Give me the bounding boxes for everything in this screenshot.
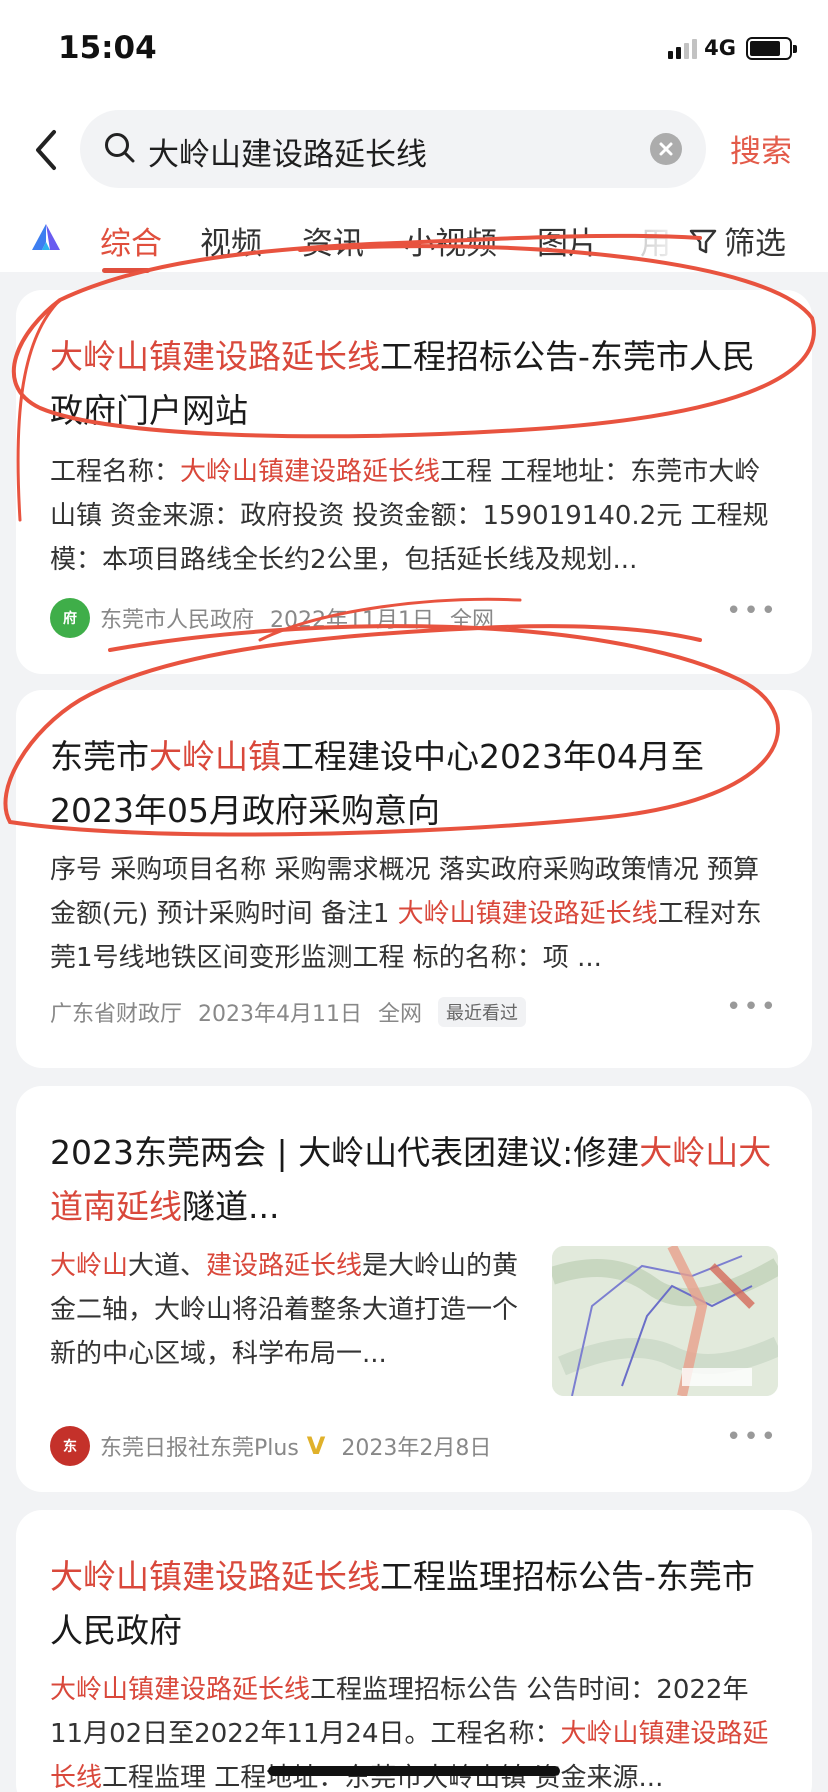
tab-2[interactable]: 资讯 xyxy=(302,218,364,263)
result-card-3[interactable]: 2023东莞两会 | 大岭山代表团建议:修建大岭山大道南延线隧道... 大岭山大… xyxy=(16,1086,812,1492)
status-indicators: 4G xyxy=(668,36,797,60)
more-icon[interactable]: ••• xyxy=(726,596,778,626)
home-indicator xyxy=(268,1766,560,1776)
verified-icon: V xyxy=(306,1432,326,1460)
tab-1[interactable]: 视频 xyxy=(200,218,262,263)
tab-0[interactable]: 综合 xyxy=(100,218,162,263)
result-meta: 府 东莞市人民政府 2022年11月1日 全网 xyxy=(50,598,510,638)
source-name[interactable]: 东莞市人民政府 xyxy=(100,602,254,634)
app-logo-icon[interactable] xyxy=(28,220,64,256)
result-thumbnail[interactable] xyxy=(552,1246,778,1396)
back-button[interactable] xyxy=(28,124,64,176)
result-date: 2022年11月1日 xyxy=(270,608,434,633)
tab-fade xyxy=(620,214,690,266)
recently-viewed-badge: 最近看过 xyxy=(438,997,527,1027)
highlighted-keyword: 大岭山镇 xyxy=(149,737,281,776)
header: 15:04 4G 大岭山建设路延长线 搜索 综合 视频 资讯 小视频 图片 筛选 xyxy=(0,0,828,273)
source-avatar: 府 xyxy=(50,598,90,638)
clear-icon[interactable] xyxy=(650,133,682,165)
text-segment: 工程名称： xyxy=(50,457,181,487)
result-title[interactable]: 2023东莞两会 | 大岭山代表团建议:修建大岭山大道南延线隧道... xyxy=(50,1126,772,1234)
tab-3[interactable]: 小视频 xyxy=(404,218,497,263)
highlighted-keyword: 大岭山镇建设路延长线 xyxy=(397,899,658,929)
more-icon[interactable]: ••• xyxy=(726,1422,778,1452)
text-segment: 大道、 xyxy=(128,1251,207,1281)
search-icon xyxy=(105,133,135,163)
result-meta: 东 东莞日报社东莞Plus V 2023年2月8日 xyxy=(50,1426,507,1466)
signal-icon xyxy=(668,37,700,59)
network-label: 4G xyxy=(704,36,736,60)
tab-4[interactable]: 图片 xyxy=(537,218,599,263)
result-scope: 全网 xyxy=(378,1002,423,1027)
source-name[interactable]: 东莞日报社东莞Plus xyxy=(100,1430,299,1462)
result-card-2[interactable]: 东莞市大岭山镇工程建设中心2023年04月至2023年05月政府采购意向 序号 … xyxy=(16,690,812,1068)
result-title[interactable]: 大岭山镇建设路延长线工程监理招标公告-东莞市人民政府 xyxy=(50,1550,772,1658)
result-card-4[interactable]: 大岭山镇建设路延长线工程监理招标公告-东莞市人民政府 大岭山镇建设路延长线工程监… xyxy=(16,1510,812,1792)
highlighted-keyword: 大岭山 xyxy=(50,1251,129,1281)
search-input[interactable]: 大岭山建设路延长线 xyxy=(80,110,706,188)
result-card-1[interactable]: 大岭山镇建设路延长线工程招标公告-东莞市人民政府门户网站 工程名称：大岭山镇建设… xyxy=(16,290,812,674)
filter-button[interactable]: 筛选 xyxy=(688,218,786,263)
search-button[interactable]: 搜索 xyxy=(730,126,792,171)
highlighted-keyword: 大岭山镇建设路延长线 xyxy=(50,337,380,376)
result-date: 2023年4月11日 xyxy=(198,1002,362,1027)
more-icon[interactable]: ••• xyxy=(726,992,778,1022)
highlighted-keyword: 建设路延长线 xyxy=(206,1251,363,1281)
source-avatar: 东 xyxy=(50,1426,90,1466)
search-query: 大岭山建设路延长线 xyxy=(148,137,427,173)
result-scope: 全网 xyxy=(450,608,495,633)
text-segment: 东莞市 xyxy=(50,737,149,776)
highlighted-keyword: 大岭山镇建设路延长线 xyxy=(50,1557,380,1596)
active-tab-indicator xyxy=(102,268,150,273)
result-snippet: 大岭山大道、建设路延长线是大岭山的黄金二轴，大岭山将沿着整条大道打造一个新的中心… xyxy=(50,1244,522,1376)
result-snippet: 工程名称：大岭山镇建设路延长线工程 工程地址：东莞市大岭山镇 资金来源：政府投资… xyxy=(50,450,772,582)
text-segment: 隧道... xyxy=(182,1187,280,1226)
result-title[interactable]: 东莞市大岭山镇工程建设中心2023年04月至2023年05月政府采购意向 xyxy=(50,730,772,838)
filter-icon xyxy=(689,229,717,253)
status-time: 15:04 xyxy=(58,30,157,66)
result-date: 2023年2月8日 xyxy=(341,1436,492,1461)
battery-icon xyxy=(746,36,797,60)
filter-label: 筛选 xyxy=(724,226,786,262)
result-snippet: 序号 采购项目名称 采购需求概况 落实政府采购政策情况 预算金额(元) 预计采购… xyxy=(50,848,772,980)
result-meta: 广东省财政厅 2023年4月11日 全网 最近看过 xyxy=(50,996,542,1028)
tab-bar: 综合 视频 资讯 小视频 图片 用 筛选 xyxy=(0,214,828,273)
text-segment: 2023东莞两会 | 大岭山代表团建议:修建 xyxy=(50,1133,640,1172)
highlighted-keyword: 大岭山镇建设路延长线 xyxy=(180,457,441,487)
highlighted-keyword: 大岭山镇建设路延长线 xyxy=(50,1675,311,1705)
chevron-left-icon xyxy=(36,130,56,170)
source-name[interactable]: 广东省财政厅 xyxy=(50,996,182,1028)
result-title[interactable]: 大岭山镇建设路延长线工程招标公告-东莞市人民政府门户网站 xyxy=(50,330,772,438)
